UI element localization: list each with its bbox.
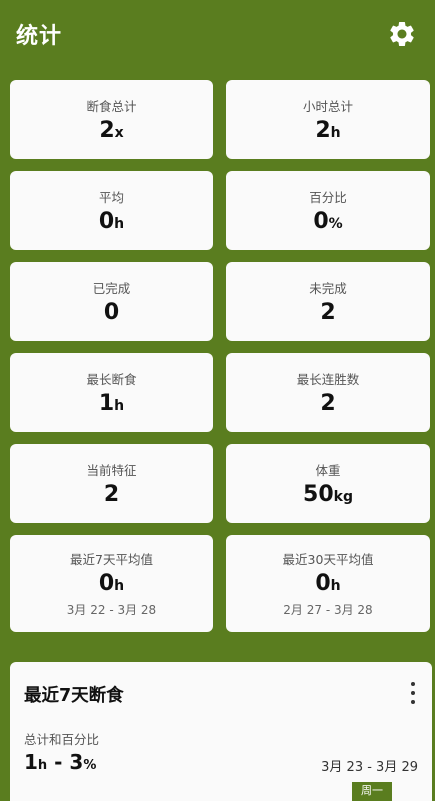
panel-title: 最近7天断食: [24, 686, 124, 706]
stat-value: 0h: [98, 571, 125, 597]
stat-value: 0: [103, 299, 120, 325]
stat-value: 2: [320, 299, 336, 325]
panel-value: 1h - 3%: [24, 750, 97, 774]
stat-value: 0h: [315, 571, 341, 597]
stat-label: 已完成: [92, 280, 131, 296]
last-7-days-panel: 最近7天断食 总计和百分比 1h - 3% 3月 23 - 3月 29 周一: [10, 662, 432, 801]
stat-label: 最近30天平均值: [282, 552, 374, 568]
stat-value: 2: [103, 481, 120, 507]
stat-label: 最近7天平均值: [70, 552, 153, 568]
stat-value: 0%: [313, 208, 343, 234]
day-bar-label: 周一: [352, 782, 392, 801]
stat-card-weight[interactable]: 体重 50kg: [226, 444, 430, 523]
stat-card-total-hours[interactable]: 小时总计 2h: [226, 80, 430, 159]
stat-label: 断食总计: [86, 98, 137, 114]
stat-label: 小时总计: [302, 98, 353, 114]
more-vert-icon[interactable]: [406, 682, 420, 704]
stat-value: 50kg: [303, 481, 353, 507]
stat-card-average[interactable]: 平均 0h: [10, 171, 213, 250]
stat-label: 最长断食: [86, 371, 137, 387]
panel-subtitle: 总计和百分比: [24, 732, 100, 747]
stat-card-longest-fast[interactable]: 最长断食 1h: [10, 353, 213, 432]
stat-card-30day-average[interactable]: 最近30天平均值 0h 2月 27 - 3月 28: [226, 535, 430, 632]
stat-value: 2x: [99, 117, 124, 143]
stat-value: 0h: [98, 208, 125, 234]
stat-value: 2h: [315, 117, 341, 143]
stat-label: 最长连胜数: [296, 371, 360, 387]
stat-card-completed[interactable]: 已完成 0: [10, 262, 213, 341]
stat-card-total-fasts[interactable]: 断食总计 2x: [10, 80, 213, 159]
stat-value: 2: [320, 390, 336, 416]
stat-card-current-streak[interactable]: 当前特征 2: [10, 444, 213, 523]
stat-card-longest-streak[interactable]: 最长连胜数 2: [226, 353, 430, 432]
stat-label: 当前特征: [86, 462, 137, 478]
stat-label: 百分比: [309, 189, 347, 205]
stat-label: 体重: [315, 462, 341, 478]
app-bar: 统计: [0, 0, 435, 68]
stat-card-percentage[interactable]: 百分比 0%: [226, 171, 430, 250]
stat-label: 未完成: [309, 280, 347, 296]
date-range: 3月 22 - 3月 28: [66, 602, 157, 617]
stat-card-incomplete[interactable]: 未完成 2: [226, 262, 430, 341]
panel-date-range: 3月 23 - 3月 29: [321, 760, 418, 775]
stat-label: 平均: [98, 189, 124, 205]
stat-card-7day-average[interactable]: 最近7天平均值 0h 3月 22 - 3月 28: [10, 535, 213, 632]
page-title: 统计: [16, 24, 63, 49]
stat-value: 1h: [98, 390, 125, 416]
date-range: 2月 27 - 3月 28: [283, 602, 373, 617]
gear-icon[interactable]: [387, 19, 417, 49]
stats-grid: 断食总计 2x 小时总计 2h 平均 0h 百分比 0% 已完成 0 未完成 2…: [10, 80, 432, 632]
